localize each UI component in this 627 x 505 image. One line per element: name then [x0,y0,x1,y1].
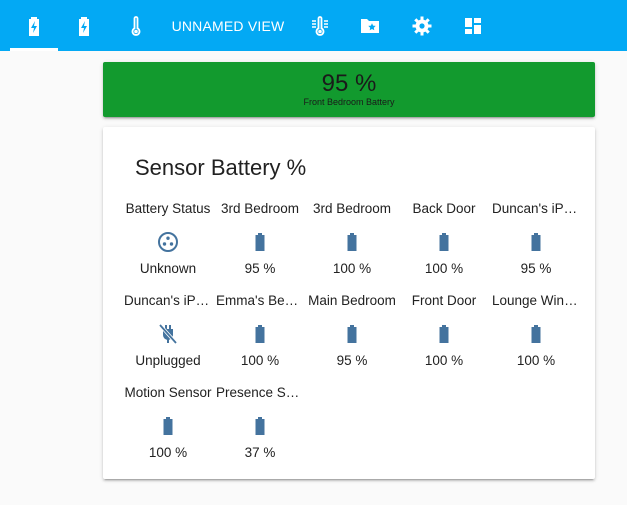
sensor-item[interactable]: Lounge Window 100 % [490,292,582,384]
tab-folder-star-view[interactable] [346,0,394,51]
battery-icon [439,233,449,251]
sensor-item[interactable]: Front Door 100 % [398,292,490,384]
sensor-name: Main Bedroom [308,293,396,308]
battery-icon [439,325,449,343]
sensor-name: 3rd Bedroom [220,201,300,216]
sensor-name: Motion Sensor [124,385,212,400]
sensor-name: Lounge Window [492,293,580,308]
tab-dashboard-view[interactable] [449,0,497,51]
sensor-grid: Battery Status Unknown 3rd Bedroom 95 % … [122,200,582,476]
sensor-state: 95 % [520,261,552,276]
sensor-state: 100 % [148,445,188,460]
battery-icon [347,233,357,251]
sensor-state: 100 % [424,353,464,368]
sensor-name: Battery Status [125,201,211,216]
battery-icon [531,325,541,343]
gauge-name: Front Bedroom Battery [303,97,395,107]
dashboard-icon [465,17,481,34]
sensor-name: 3rd Bedroom [312,201,392,216]
sensor-state: 100 % [332,261,372,276]
sensor-battery-card: Sensor Battery % Battery Status Unknown … [103,127,595,479]
sensor-item[interactable]: Main Bedroom 95 % [306,292,398,384]
tab-unnamed-view-label: UNNAMED VIEW [171,17,285,34]
gauge-value: 95 % [321,70,377,97]
sensor-name: Duncan's iPhone [124,293,212,308]
tab-battery-view-2[interactable] [60,0,108,51]
sensor-name: Duncan's iPhone [492,201,580,216]
sensor-item[interactable]: 3rd Bedroom 95 % [214,200,306,292]
tab-thermometer-lines-view[interactable] [296,0,344,51]
sensor-name: Front Door [411,293,477,308]
sensor-state: 95 % [244,261,276,276]
sensor-state: 100 % [516,353,556,368]
dots-circle-icon [158,232,178,252]
sensor-item[interactable]: Emma's Bedroom 100 % [214,292,306,384]
sensor-item[interactable]: Back Door 100 % [398,200,490,292]
tab-settings-view[interactable] [398,0,446,51]
sensor-state: Unknown [139,261,197,276]
sensor-item[interactable]: Motion Sensor 100 % [122,384,214,476]
sensor-state: Unplugged [135,353,201,368]
battery-charging-icon-2 [79,16,89,36]
gear-icon [412,16,432,35]
sensor-name: Presence Sensor [216,385,304,400]
sensor-name: Back Door [412,201,476,216]
sensor-name: Emma's Bedroom [216,293,304,308]
battery-icon [255,325,265,343]
battery-charging-icon [29,16,39,36]
battery-icon [531,233,541,251]
battery-icon [255,417,265,435]
battery-icon [163,417,173,435]
thermometer-icon [131,15,141,36]
sensor-state: 37 % [244,445,276,460]
battery-icon [255,233,265,251]
battery-icon [347,325,357,343]
sensor-item[interactable]: Duncan's iPhone Unplugged [122,292,214,384]
sensor-item[interactable]: 3rd Bedroom 100 % [306,200,398,292]
sensor-item[interactable]: Duncan's iPhone 95 % [490,200,582,292]
card-title: Sensor Battery % [135,155,307,180]
battery-gauge-card[interactable]: 95 % Front Bedroom Battery [103,62,595,117]
tab-battery-view[interactable] [10,0,58,51]
tab-temperature-view[interactable] [112,0,160,51]
sensor-item[interactable]: Battery Status Unknown [122,200,214,292]
top-toolbar: UNNAMED VIEW [0,0,627,51]
sensor-state: 100 % [240,353,280,368]
power-plug-off-icon [158,323,178,345]
sensor-state: 100 % [424,261,464,276]
tab-unnamed-view[interactable]: UNNAMED VIEW [164,0,292,51]
sensor-state: 95 % [336,353,368,368]
sensor-item[interactable]: Presence Sensor 37 % [214,384,306,476]
folder-star-icon [361,18,379,33]
thermometer-lines-icon [312,15,328,36]
